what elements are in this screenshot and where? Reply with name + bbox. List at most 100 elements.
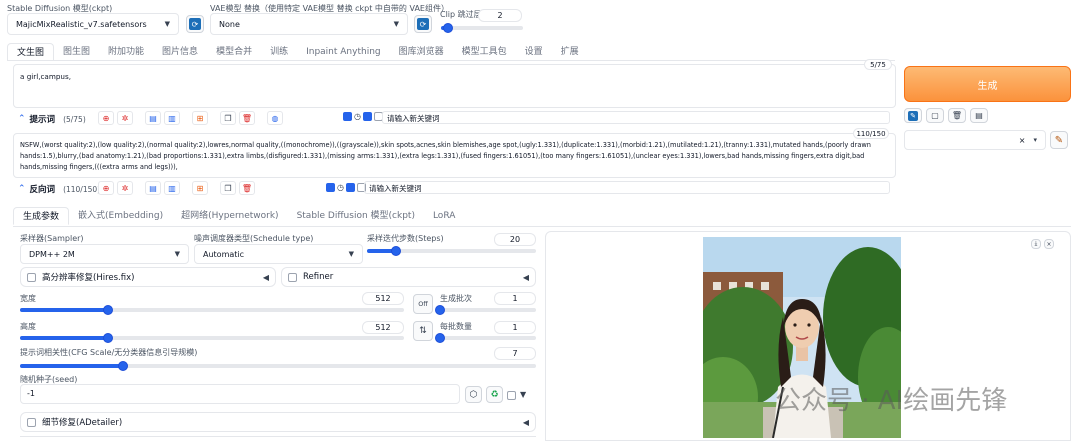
styles-select[interactable]: × ▾ (904, 130, 1046, 150)
clear-icon[interactable]: ▢ (926, 108, 944, 123)
checkpoint-select[interactable]: MajicMixRealistic_v7.safetensors ▼ (7, 13, 179, 35)
batch-size-slider[interactable] (435, 333, 536, 343)
hires-accordion[interactable]: 高分辨率修复(Hires.fix) ◀ (20, 267, 276, 287)
refiner-accordion[interactable]: Refiner ◀ (281, 267, 536, 287)
clock-icon: ◷ (354, 112, 361, 121)
clip-label: Clip 跳过层 (440, 10, 482, 19)
paste-icon[interactable]: ▥ (164, 181, 180, 195)
prompt-textarea[interactable]: a girl,campus, (13, 64, 896, 108)
width-slider[interactable] (20, 305, 404, 315)
settings-icon[interactable]: ✲ (117, 111, 133, 125)
delete-style-icon[interactable]: 🗑 (948, 108, 966, 123)
swap-dims-button[interactable]: Off (413, 294, 433, 314)
refresh-icon: ⟳ (417, 18, 429, 30)
tab-sub-1[interactable]: 嵌入式(Embedding) (69, 207, 172, 225)
negative-toolbar: ⌃ 反向词 (110/150) (18, 182, 100, 196)
checkbox-checked[interactable] (345, 183, 355, 192)
refresh-checkpoint-button[interactable]: ⟳ (186, 15, 204, 33)
tab-main-1[interactable]: 图生图 (54, 43, 99, 61)
trash-icon[interactable]: 🗑 (239, 181, 255, 195)
steps-slider[interactable] (367, 246, 536, 256)
negative-prompt-textarea[interactable]: NSFW,(worst quality:2),(low quality:2),(… (13, 133, 896, 178)
chevron-down-icon: ▾ (1033, 136, 1037, 144)
clear-x-icon[interactable]: × (1019, 136, 1026, 145)
batch-size-input[interactable]: 1 (494, 321, 536, 334)
tab-main-2[interactable]: 附加功能 (99, 43, 153, 61)
tab-main-5[interactable]: 训练 (261, 43, 297, 61)
tab-main-10[interactable]: 扩展 (552, 43, 588, 61)
history-icon[interactable]: ⊞ (192, 181, 208, 195)
download-icon[interactable]: ⤓ (1031, 239, 1041, 249)
settings-icon[interactable]: ✲ (117, 181, 133, 195)
pencil-icon[interactable]: ✎ (1050, 131, 1068, 149)
batch-count-input[interactable]: 1 (494, 292, 536, 305)
hires-checkbox[interactable] (27, 272, 36, 282)
width-input[interactable]: 512 (362, 292, 404, 305)
refresh-vae-button[interactable]: ⟳ (414, 15, 432, 33)
duplicate-icon[interactable]: ❐ (220, 181, 236, 195)
vae-select[interactable]: None ▼ (210, 13, 408, 35)
generate-button[interactable]: 生成 (904, 66, 1071, 102)
translate-icon[interactable]: ⊕ (98, 181, 114, 195)
paste-icon[interactable]: ▥ (164, 111, 180, 125)
tab-sub-2[interactable]: 超网络(Hypernetwork) (172, 207, 287, 225)
seed-input[interactable]: -1 (20, 384, 460, 404)
copy-icon[interactable]: ▤ (145, 111, 161, 125)
tab-main-4[interactable]: 模型合并 (207, 43, 261, 61)
tab-main-8[interactable]: 模型工具包 (453, 43, 516, 61)
sampler-value: DPM++ 2M (29, 249, 75, 259)
tab-main-7[interactable]: 图库浏览器 (390, 43, 453, 61)
edit-icon[interactable]: ✎ (904, 108, 922, 123)
cfg-slider[interactable] (20, 361, 536, 371)
globe-icon[interactable]: ◍ (267, 111, 283, 125)
chevron-down-icon: ▼ (174, 250, 180, 258)
extra-seed-checkbox[interactable] (507, 391, 516, 403)
tab-main-6[interactable]: Inpaint Anything (297, 43, 390, 61)
negative-keyword-input[interactable]: 请输入新关键词 (364, 181, 890, 194)
adetailer-label: 细节修复(ADetailer) (42, 418, 123, 428)
clip-slider[interactable] (441, 23, 523, 33)
tab-sub-0[interactable]: 生成参数 (13, 207, 70, 225)
collapse-icon[interactable]: ⌃ (18, 184, 26, 194)
batch-count-slider[interactable] (435, 305, 536, 315)
copy-icon[interactable]: ▤ (145, 181, 161, 195)
clipboard-icon[interactable]: ▤ (970, 108, 988, 123)
prompt-keyword-input[interactable]: 请输入新关键词 (382, 111, 890, 124)
dice-icon[interactable]: ⬡ (465, 386, 482, 403)
tab-main-0[interactable]: 文生图 (7, 43, 55, 61)
checkbox-checked[interactable] (343, 112, 352, 121)
checkbox-checked[interactable] (362, 112, 372, 121)
recycle-icon[interactable]: ♻ (486, 386, 503, 403)
height-input[interactable]: 512 (362, 321, 404, 334)
steps-input[interactable]: 20 (494, 233, 536, 246)
adetailer-checkbox[interactable] (27, 417, 36, 427)
collapse-icon[interactable]: ⌃ (18, 114, 26, 124)
history-icon[interactable]: ⊞ (192, 111, 208, 125)
tab-sub-3[interactable]: Stable Diffusion 模型(ckpt) (288, 207, 424, 225)
checkbox-checked[interactable] (326, 183, 335, 192)
close-icon[interactable]: × (1044, 239, 1054, 249)
translate-icon[interactable]: ⊕ (98, 111, 114, 125)
clock-icon: ◷ (337, 183, 344, 192)
prompt-label: 提示词 (29, 115, 56, 125)
height-slider[interactable] (20, 333, 404, 343)
tab-main-3[interactable]: 图片信息 (153, 43, 207, 61)
tab-main-9[interactable]: 设置 (516, 43, 552, 61)
schedule-select[interactable]: Automatic ▼ (194, 244, 363, 264)
vae-value: None (219, 19, 240, 29)
adetailer-accordion[interactable]: 细节修复(ADetailer) ◀ (20, 412, 536, 432)
collapse-left-icon: ◀ (522, 272, 529, 282)
main-tabs: 文生图 图生图 附加功能 图片信息 模型合并 训练 Inpaint Anything 图库浏览… (7, 43, 588, 61)
clip-value-input[interactable]: 2 (478, 9, 522, 22)
schedule-label: 噪声调度器类型(Schedule type) (194, 234, 314, 243)
sampler-select[interactable]: DPM++ 2M ▼ (20, 244, 189, 264)
triangle-down-icon[interactable]: ▼ (520, 390, 526, 399)
duplicate-icon[interactable]: ❐ (220, 111, 236, 125)
refiner-checkbox[interactable] (288, 272, 297, 282)
width-label: 宽度 (20, 294, 36, 303)
trash-icon[interactable]: 🗑 (239, 111, 255, 125)
tab-sub-4[interactable]: LoRA (424, 207, 464, 225)
swap-arrows-icon[interactable]: ⇅ (413, 321, 433, 341)
cfg-input[interactable]: 7 (494, 347, 536, 360)
watermark-text: 公众号 · AI绘画先锋 (775, 386, 1008, 416)
